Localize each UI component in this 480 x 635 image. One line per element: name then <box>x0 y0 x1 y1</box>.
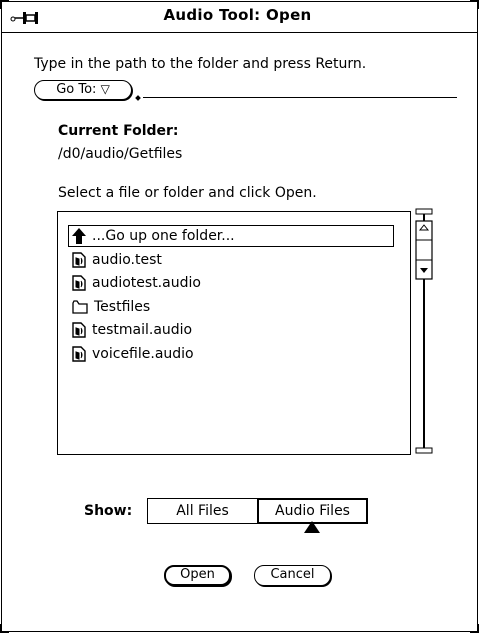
list-item[interactable]: Testfiles <box>72 296 150 318</box>
audio-file-icon <box>72 275 86 291</box>
list-item-label: testmail.audio <box>92 322 193 338</box>
folder-icon <box>72 300 88 314</box>
list-item[interactable]: audio.test <box>72 249 162 271</box>
cancel-button[interactable]: Cancel <box>254 565 331 586</box>
list-item-up-folder[interactable]: ...Go up one folder... <box>68 225 394 247</box>
scrollbar-elevator[interactable] <box>415 220 433 280</box>
selected-indicator-icon <box>304 521 320 533</box>
audio-file-icon <box>72 322 86 338</box>
chevron-down-icon: ▽ <box>100 82 110 96</box>
goto-menu-button[interactable]: Go To: ▽ <box>34 80 132 100</box>
audio-file-icon <box>72 252 86 268</box>
current-folder-path: /d0/audio/Getfiles <box>58 146 183 162</box>
list-item[interactable]: voicefile.audio <box>72 343 194 365</box>
current-folder-label: Current Folder: <box>58 123 179 139</box>
list-scrollbar[interactable] <box>414 208 434 458</box>
open-button[interactable]: Open <box>164 565 231 586</box>
file-list[interactable]: ...Go up one folder... audio.test audiot… <box>57 211 411 455</box>
list-instruction: Select a file or folder and click Open. <box>58 185 317 201</box>
path-instruction: Type in the path to the folder and press… <box>34 56 367 72</box>
list-item-label: audiotest.audio <box>92 275 201 291</box>
list-item-label: voicefile.audio <box>92 346 194 362</box>
show-label: Show: <box>84 503 133 519</box>
list-item-label: audio.test <box>92 252 162 268</box>
path-input[interactable] <box>143 97 457 98</box>
show-all-files-option[interactable]: All Files <box>147 498 258 524</box>
scrollbar-top-anchor[interactable] <box>415 208 433 215</box>
window-title: Audio Tool: Open <box>163 6 312 24</box>
scrollbar-bottom-anchor[interactable] <box>415 447 433 454</box>
audio-file-icon <box>72 346 86 362</box>
up-arrow-icon <box>72 228 86 244</box>
list-item[interactable]: testmail.audio <box>72 319 192 341</box>
goto-label: Go To: <box>56 82 97 97</box>
list-item-label: ...Go up one folder... <box>92 228 235 244</box>
list-item-label: Testfiles <box>94 299 151 315</box>
list-item[interactable]: audiotest.audio <box>72 272 201 294</box>
